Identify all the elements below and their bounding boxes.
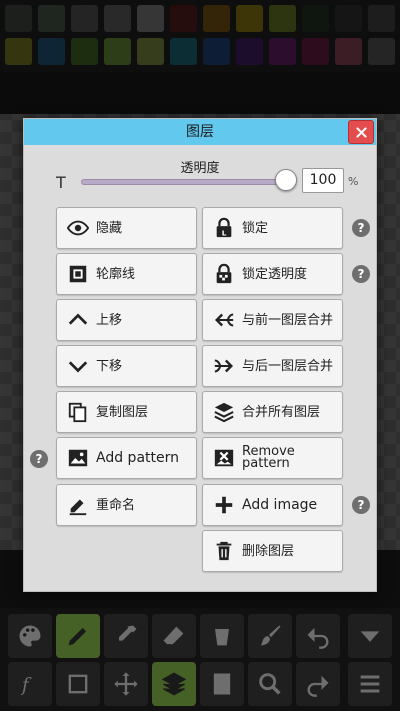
add-pattern-label: Add pattern — [96, 449, 179, 466]
help-icon[interactable]: ? — [352, 219, 370, 237]
close-icon — [355, 126, 367, 138]
dialog-title: 图层 — [186, 124, 214, 140]
close-button[interactable] — [348, 120, 374, 144]
help-icon[interactable]: ? — [30, 450, 48, 468]
layers-icon — [212, 400, 236, 424]
help-icon[interactable]: ? — [352, 496, 370, 514]
rename-button[interactable]: 重命名 — [56, 484, 197, 526]
lock-icon: L — [212, 216, 236, 240]
lock-transparency-label: 锁定透明度 — [242, 266, 308, 282]
delete-layer-button[interactable]: 删除图层 — [202, 530, 343, 572]
trash-icon — [212, 539, 236, 563]
chevron-down-icon — [66, 354, 90, 378]
move-down-button[interactable]: 下移 — [56, 345, 197, 387]
pencil-icon — [66, 493, 90, 517]
outline-label: 轮廓线 — [96, 266, 136, 282]
delete-layer-label: 删除图层 — [242, 543, 295, 559]
merge-all-label: 合并所有图层 — [242, 404, 321, 420]
merge-left-icon — [212, 308, 236, 332]
outline-icon — [66, 262, 90, 286]
chevron-up-icon — [66, 308, 90, 332]
move-up-button[interactable]: 上移 — [56, 299, 197, 341]
rename-label: 重命名 — [96, 497, 136, 513]
remove-pattern-button[interactable]: Remove pattern — [202, 437, 343, 479]
duplicate-layer-button[interactable]: 复制图层 — [56, 391, 197, 433]
move-up-label: 上移 — [96, 312, 123, 328]
percent-unit: % — [348, 175, 359, 188]
duplicate-layer-label: 复制图层 — [96, 404, 149, 420]
opacity-slider[interactable] — [81, 179, 289, 185]
merge-right-icon — [212, 354, 236, 378]
opacity-input[interactable]: 100 — [302, 168, 344, 193]
lock-label: 锁定 — [242, 220, 269, 236]
merge-next-button[interactable]: 与后一图层合并 — [202, 345, 343, 387]
svg-text:L: L — [222, 228, 227, 237]
layer-dialog: 图层 透明度 T 100 % 隐藏 L 锁定 ? 轮廓线 锁定透明度 ? 上移 … — [23, 118, 377, 592]
copy-icon — [66, 400, 90, 424]
merge-previous-button[interactable]: 与前一图层合并 — [202, 299, 343, 341]
merge-all-button[interactable]: 合并所有图层 — [202, 391, 343, 433]
merge-next-label: 与后一图层合并 — [242, 358, 334, 374]
move-down-label: 下移 — [96, 358, 123, 374]
add-image-button[interactable]: Add image — [202, 484, 343, 526]
plus-icon — [212, 493, 236, 517]
opacity-slider-thumb[interactable] — [275, 169, 297, 191]
lock-transparency-icon — [212, 262, 236, 286]
help-icon[interactable]: ? — [352, 265, 370, 283]
add-pattern-button[interactable]: Add pattern — [56, 437, 197, 479]
text-opacity-icon: T — [56, 173, 66, 192]
outline-button[interactable]: 轮廓线 — [56, 253, 197, 295]
remove-image-icon — [212, 446, 236, 470]
hide-label: 隐藏 — [96, 220, 123, 236]
add-image-label: Add image — [242, 496, 318, 513]
eye-icon — [66, 216, 90, 240]
lock-transparency-button[interactable]: 锁定透明度 — [202, 253, 343, 295]
merge-previous-label: 与前一图层合并 — [242, 312, 334, 328]
lock-button[interactable]: L 锁定 — [202, 207, 343, 249]
remove-pattern-line2: pattern — [242, 456, 290, 471]
hide-button[interactable]: 隐藏 — [56, 207, 197, 249]
remove-pattern-label: Remove pattern — [242, 445, 295, 471]
image-icon — [66, 446, 90, 470]
